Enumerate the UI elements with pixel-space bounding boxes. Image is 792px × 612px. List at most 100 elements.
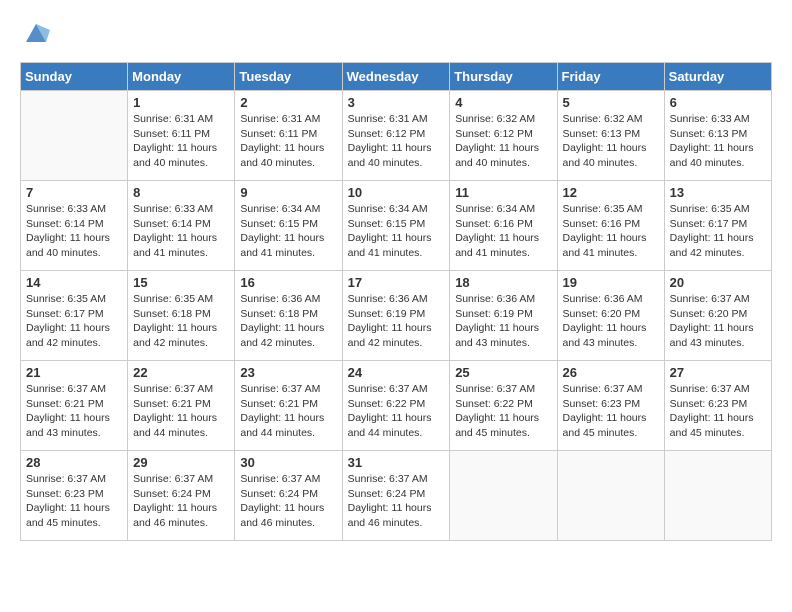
day-info: Sunrise: 6:35 AMSunset: 6:18 PMDaylight:… [133,292,229,351]
day-info: Sunrise: 6:37 AMSunset: 6:21 PMDaylight:… [133,382,229,441]
week-row-4: 21 Sunrise: 6:37 AMSunset: 6:21 PMDaylig… [21,361,772,451]
day-info: Sunrise: 6:35 AMSunset: 6:17 PMDaylight:… [670,202,766,261]
day-cell: 23 Sunrise: 6:37 AMSunset: 6:21 PMDaylig… [235,361,342,451]
day-info: Sunrise: 6:37 AMSunset: 6:23 PMDaylight:… [670,382,766,441]
header-friday: Friday [557,63,664,91]
day-number: 28 [26,455,122,470]
day-info: Sunrise: 6:37 AMSunset: 6:24 PMDaylight:… [133,472,229,531]
day-info: Sunrise: 6:32 AMSunset: 6:12 PMDaylight:… [455,112,551,171]
day-cell: 8 Sunrise: 6:33 AMSunset: 6:14 PMDayligh… [128,181,235,271]
day-number: 16 [240,275,336,290]
day-number: 12 [563,185,659,200]
day-number: 5 [563,95,659,110]
day-info: Sunrise: 6:37 AMSunset: 6:22 PMDaylight:… [455,382,551,441]
day-number: 17 [348,275,445,290]
day-info: Sunrise: 6:37 AMSunset: 6:22 PMDaylight:… [348,382,445,441]
day-cell [21,91,128,181]
day-info: Sunrise: 6:37 AMSunset: 6:23 PMDaylight:… [563,382,659,441]
day-info: Sunrise: 6:32 AMSunset: 6:13 PMDaylight:… [563,112,659,171]
day-cell: 5 Sunrise: 6:32 AMSunset: 6:13 PMDayligh… [557,91,664,181]
day-info: Sunrise: 6:31 AMSunset: 6:12 PMDaylight:… [348,112,445,171]
header-saturday: Saturday [664,63,771,91]
logo [20,20,50,46]
day-number: 7 [26,185,122,200]
day-info: Sunrise: 6:37 AMSunset: 6:24 PMDaylight:… [240,472,336,531]
day-info: Sunrise: 6:37 AMSunset: 6:21 PMDaylight:… [26,382,122,441]
header-sunday: Sunday [21,63,128,91]
day-number: 11 [455,185,551,200]
header-thursday: Thursday [450,63,557,91]
day-cell: 2 Sunrise: 6:31 AMSunset: 6:11 PMDayligh… [235,91,342,181]
calendar-table: SundayMondayTuesdayWednesdayThursdayFrid… [20,62,772,541]
day-cell: 3 Sunrise: 6:31 AMSunset: 6:12 PMDayligh… [342,91,450,181]
day-cell: 1 Sunrise: 6:31 AMSunset: 6:11 PMDayligh… [128,91,235,181]
header-wednesday: Wednesday [342,63,450,91]
day-number: 26 [563,365,659,380]
day-number: 27 [670,365,766,380]
day-number: 22 [133,365,229,380]
day-info: Sunrise: 6:37 AMSunset: 6:21 PMDaylight:… [240,382,336,441]
day-number: 30 [240,455,336,470]
page-header [20,20,772,46]
day-cell: 12 Sunrise: 6:35 AMSunset: 6:16 PMDaylig… [557,181,664,271]
week-row-3: 14 Sunrise: 6:35 AMSunset: 6:17 PMDaylig… [21,271,772,361]
day-info: Sunrise: 6:36 AMSunset: 6:18 PMDaylight:… [240,292,336,351]
day-number: 14 [26,275,122,290]
day-number: 3 [348,95,445,110]
day-cell: 9 Sunrise: 6:34 AMSunset: 6:15 PMDayligh… [235,181,342,271]
day-number: 25 [455,365,551,380]
day-cell: 13 Sunrise: 6:35 AMSunset: 6:17 PMDaylig… [664,181,771,271]
day-number: 15 [133,275,229,290]
day-info: Sunrise: 6:36 AMSunset: 6:20 PMDaylight:… [563,292,659,351]
day-cell: 28 Sunrise: 6:37 AMSunset: 6:23 PMDaylig… [21,451,128,541]
day-info: Sunrise: 6:34 AMSunset: 6:15 PMDaylight:… [348,202,445,261]
day-number: 21 [26,365,122,380]
day-cell: 25 Sunrise: 6:37 AMSunset: 6:22 PMDaylig… [450,361,557,451]
day-cell [664,451,771,541]
day-info: Sunrise: 6:33 AMSunset: 6:14 PMDaylight:… [133,202,229,261]
day-info: Sunrise: 6:37 AMSunset: 6:20 PMDaylight:… [670,292,766,351]
day-number: 9 [240,185,336,200]
logo-icon [22,20,50,46]
day-number: 13 [670,185,766,200]
day-cell: 21 Sunrise: 6:37 AMSunset: 6:21 PMDaylig… [21,361,128,451]
day-number: 18 [455,275,551,290]
day-number: 20 [670,275,766,290]
day-info: Sunrise: 6:31 AMSunset: 6:11 PMDaylight:… [133,112,229,171]
day-cell: 14 Sunrise: 6:35 AMSunset: 6:17 PMDaylig… [21,271,128,361]
day-number: 23 [240,365,336,380]
day-cell: 31 Sunrise: 6:37 AMSunset: 6:24 PMDaylig… [342,451,450,541]
week-row-2: 7 Sunrise: 6:33 AMSunset: 6:14 PMDayligh… [21,181,772,271]
day-number: 2 [240,95,336,110]
day-info: Sunrise: 6:37 AMSunset: 6:24 PMDaylight:… [348,472,445,531]
day-number: 24 [348,365,445,380]
day-cell: 4 Sunrise: 6:32 AMSunset: 6:12 PMDayligh… [450,91,557,181]
day-info: Sunrise: 6:35 AMSunset: 6:17 PMDaylight:… [26,292,122,351]
day-info: Sunrise: 6:37 AMSunset: 6:23 PMDaylight:… [26,472,122,531]
day-cell: 11 Sunrise: 6:34 AMSunset: 6:16 PMDaylig… [450,181,557,271]
header-tuesday: Tuesday [235,63,342,91]
day-cell: 6 Sunrise: 6:33 AMSunset: 6:13 PMDayligh… [664,91,771,181]
day-cell: 29 Sunrise: 6:37 AMSunset: 6:24 PMDaylig… [128,451,235,541]
day-info: Sunrise: 6:33 AMSunset: 6:14 PMDaylight:… [26,202,122,261]
day-info: Sunrise: 6:33 AMSunset: 6:13 PMDaylight:… [670,112,766,171]
day-info: Sunrise: 6:31 AMSunset: 6:11 PMDaylight:… [240,112,336,171]
day-cell [557,451,664,541]
day-number: 1 [133,95,229,110]
day-cell: 19 Sunrise: 6:36 AMSunset: 6:20 PMDaylig… [557,271,664,361]
day-cell: 17 Sunrise: 6:36 AMSunset: 6:19 PMDaylig… [342,271,450,361]
day-cell: 7 Sunrise: 6:33 AMSunset: 6:14 PMDayligh… [21,181,128,271]
day-cell: 24 Sunrise: 6:37 AMSunset: 6:22 PMDaylig… [342,361,450,451]
day-cell: 26 Sunrise: 6:37 AMSunset: 6:23 PMDaylig… [557,361,664,451]
day-number: 10 [348,185,445,200]
day-cell: 16 Sunrise: 6:36 AMSunset: 6:18 PMDaylig… [235,271,342,361]
week-row-1: 1 Sunrise: 6:31 AMSunset: 6:11 PMDayligh… [21,91,772,181]
day-cell: 18 Sunrise: 6:36 AMSunset: 6:19 PMDaylig… [450,271,557,361]
day-info: Sunrise: 6:34 AMSunset: 6:16 PMDaylight:… [455,202,551,261]
day-number: 4 [455,95,551,110]
day-number: 6 [670,95,766,110]
day-info: Sunrise: 6:34 AMSunset: 6:15 PMDaylight:… [240,202,336,261]
day-cell: 27 Sunrise: 6:37 AMSunset: 6:23 PMDaylig… [664,361,771,451]
day-cell [450,451,557,541]
header-monday: Monday [128,63,235,91]
